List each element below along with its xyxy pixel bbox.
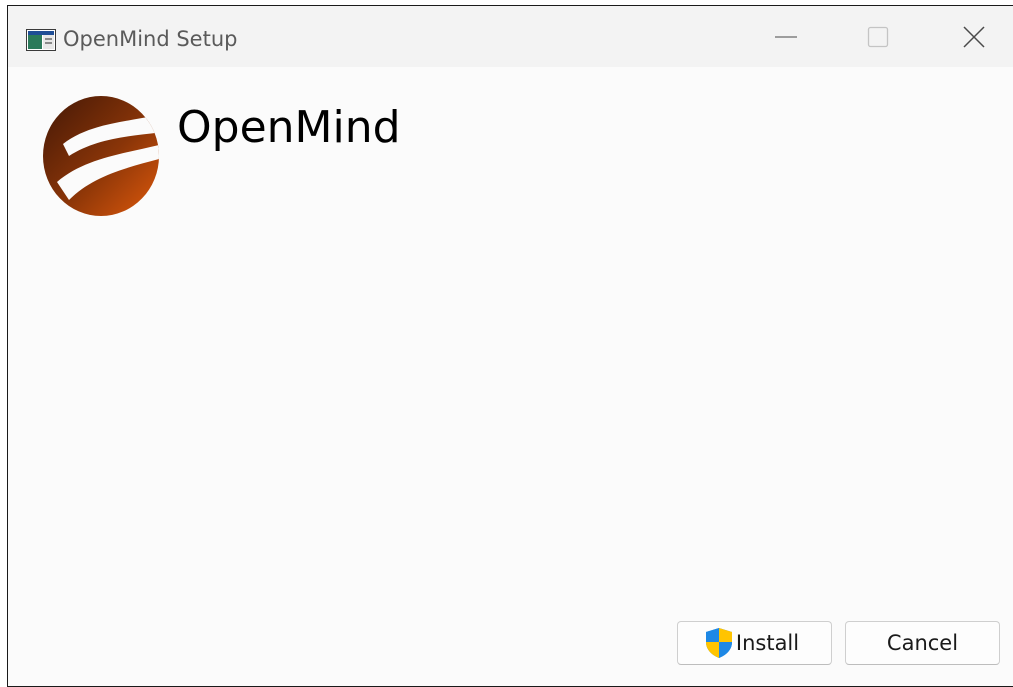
uac-shield-icon (705, 628, 732, 658)
maximize-button[interactable] (848, 6, 908, 67)
product-name-heading: OpenMind (177, 102, 401, 153)
install-button[interactable]: Install (677, 621, 832, 665)
close-icon (963, 25, 985, 48)
title-bar[interactable]: OpenMind Setup (8, 6, 1013, 67)
cancel-button[interactable]: Cancel (845, 621, 1000, 665)
minimize-icon (775, 35, 797, 38)
window-title: OpenMind Setup (63, 27, 238, 51)
installer-window-icon (26, 29, 56, 51)
setup-window: OpenMind Setup OpenMind Install Cancel (7, 5, 1013, 687)
openmind-logo (43, 96, 159, 216)
install-button-label: Install (735, 631, 800, 655)
minimize-button[interactable] (756, 6, 816, 67)
maximize-icon (867, 26, 889, 47)
close-button[interactable] (944, 6, 1004, 67)
cancel-button-label: Cancel (886, 631, 959, 655)
